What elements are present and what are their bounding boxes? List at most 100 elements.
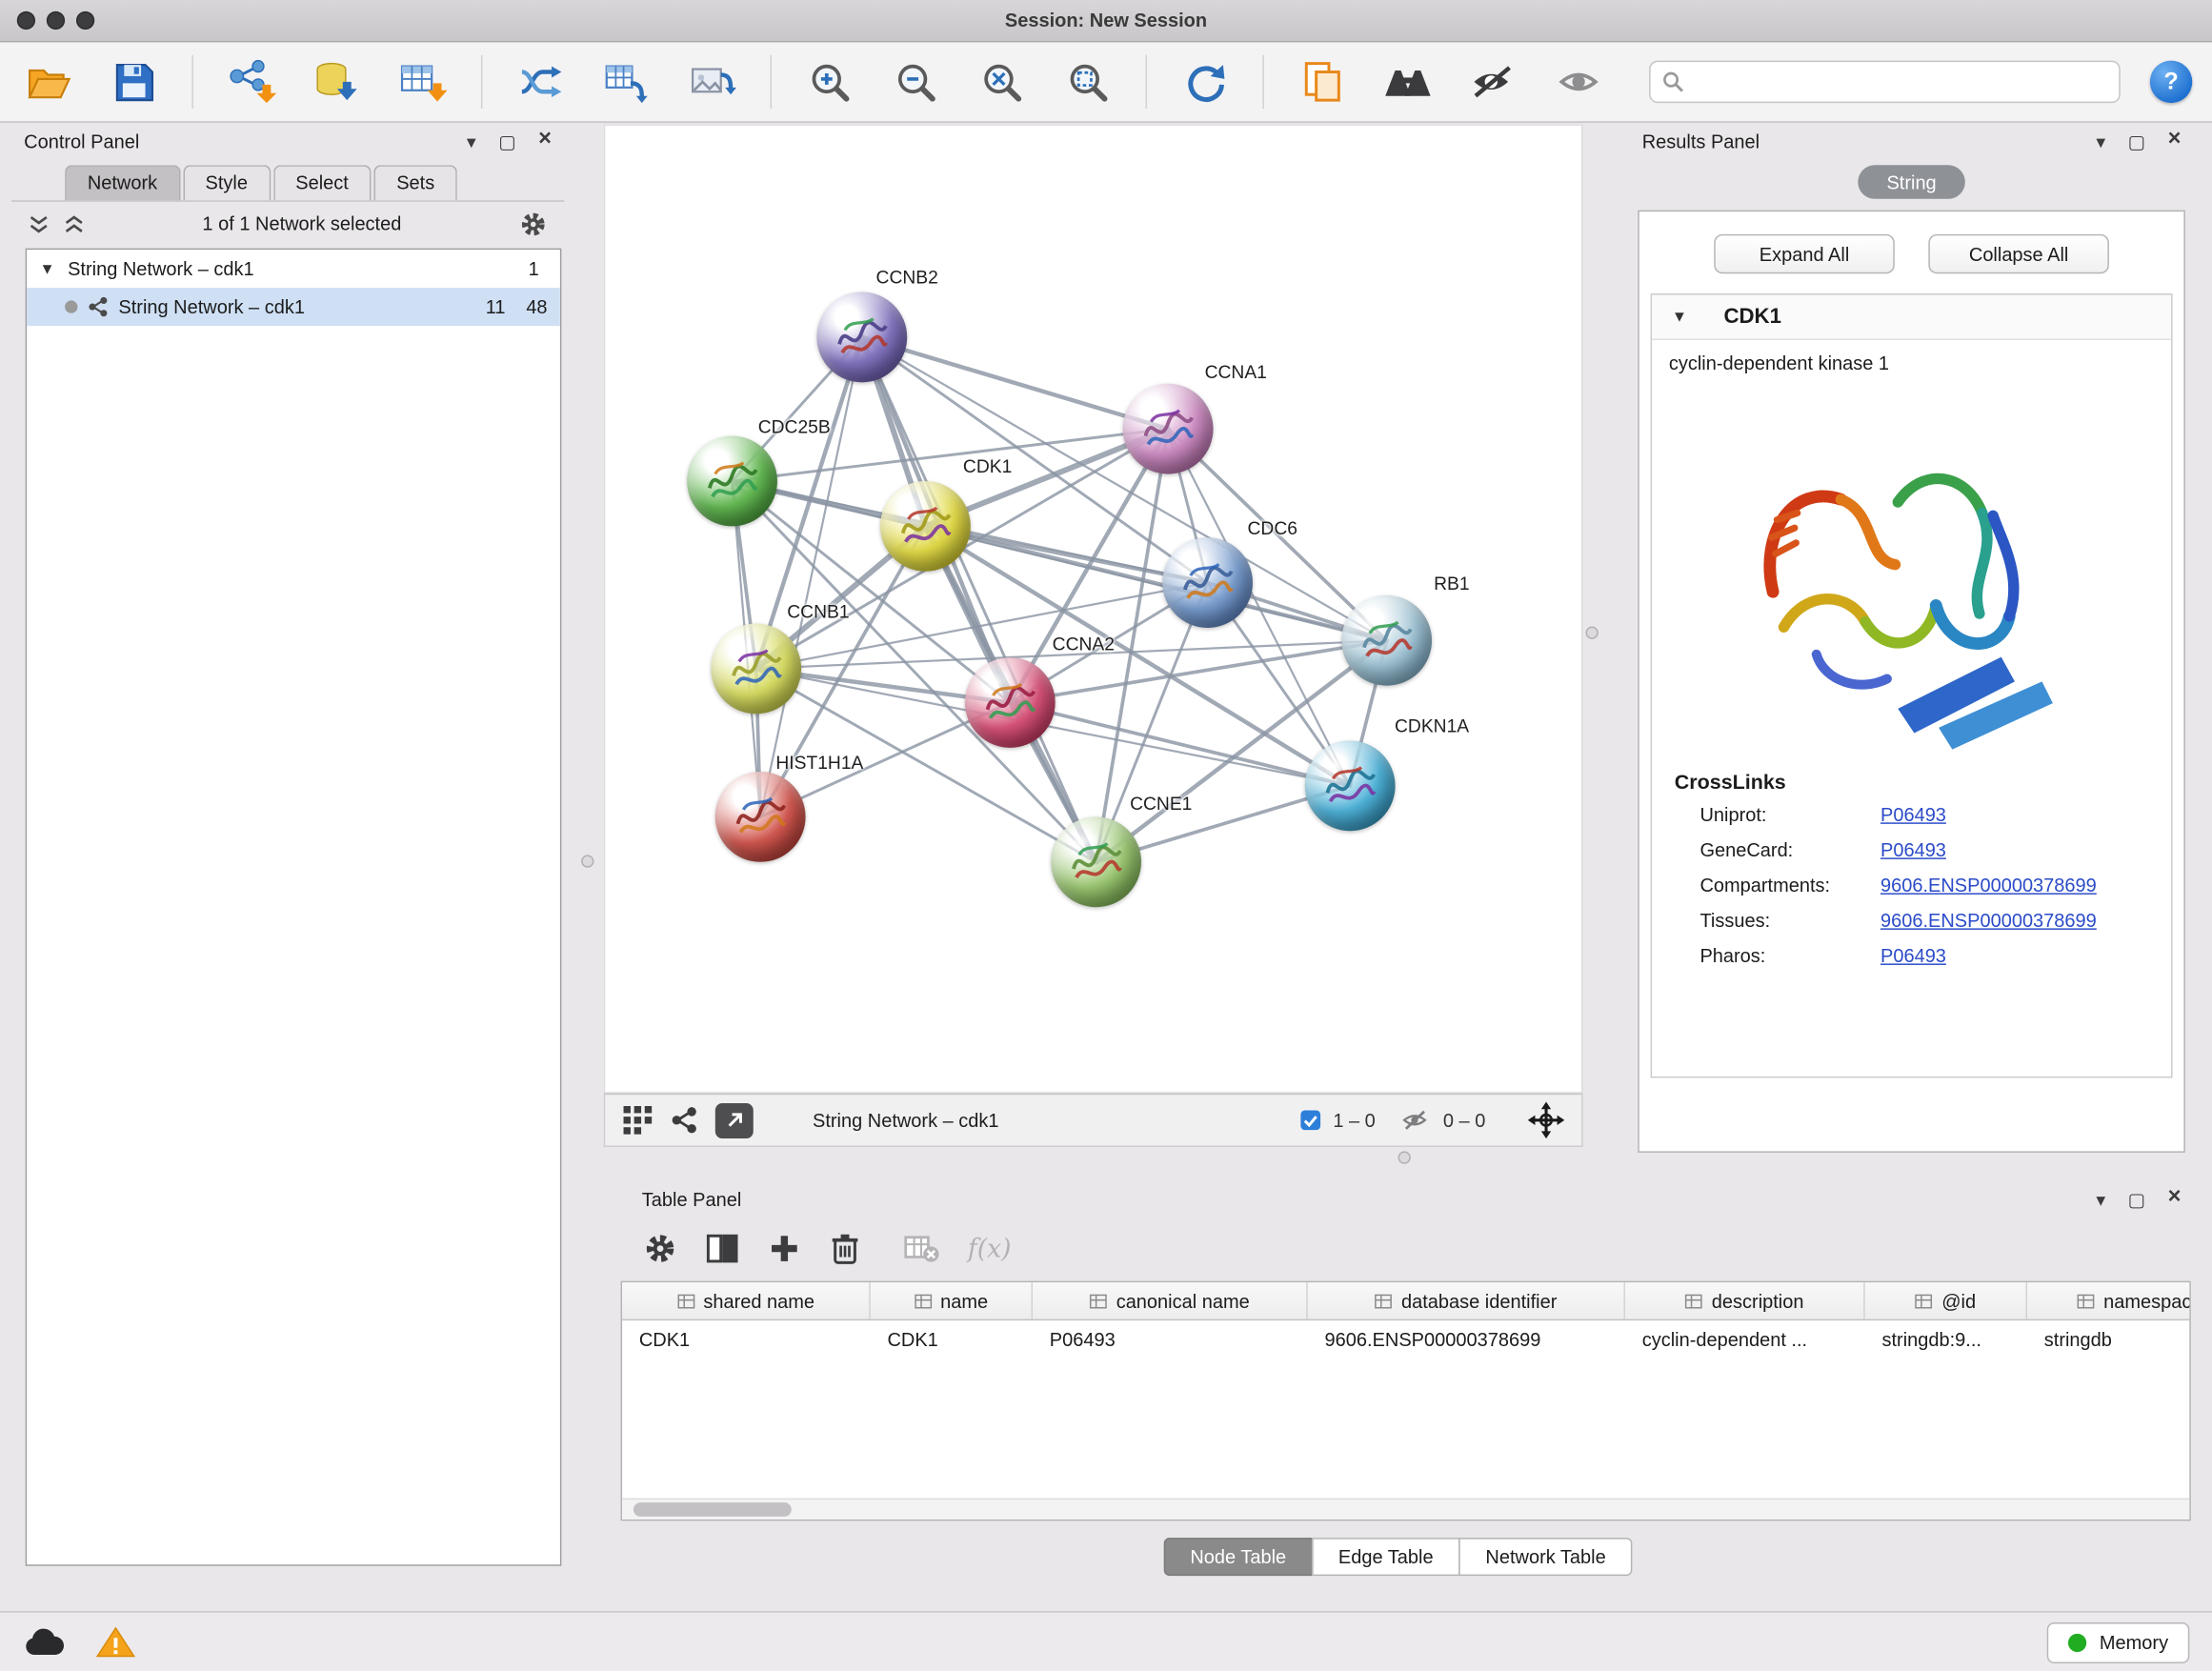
export-image-button[interactable] [684, 52, 740, 111]
crosslink-value-link[interactable]: P06493 [1880, 945, 1946, 966]
float-panel-icon[interactable]: ▢ [498, 131, 515, 150]
tab-node-table[interactable]: Node Table [1163, 1538, 1313, 1576]
delete-column-trash-icon[interactable] [830, 1232, 861, 1266]
float-panel-icon[interactable]: ▢ [2128, 1190, 2145, 1208]
column-header-canonical-name[interactable]: canonical name [1033, 1282, 1308, 1319]
crosslink-value-link[interactable]: P06493 [1880, 839, 1946, 860]
network-collection-row[interactable]: ▼ String Network – cdk1 1 [27, 250, 560, 288]
table-settings-gear-icon[interactable] [643, 1232, 677, 1266]
import-database-button[interactable] [309, 52, 365, 111]
select-columns-icon[interactable] [705, 1233, 739, 1264]
import-network-button[interactable] [223, 52, 279, 111]
panel-menu-icon[interactable]: ▾ [2096, 131, 2105, 150]
column-header-shared-name[interactable]: shared name [622, 1282, 871, 1319]
column-header-name[interactable]: name [871, 1282, 1033, 1319]
network-node-ccne1[interactable] [1051, 816, 1141, 907]
gene-section-header[interactable]: ▼ CDK1 [1652, 295, 2171, 340]
tab-style[interactable]: Style [183, 165, 271, 200]
annotation-button[interactable] [1294, 52, 1350, 111]
network-overview-button[interactable] [1379, 52, 1436, 111]
network-node-ccnb1[interactable] [711, 624, 801, 715]
gene-description: cyclin-dependent kinase 1 [1652, 340, 2171, 374]
collapse-all-button[interactable]: Collapse All [1928, 234, 2109, 273]
first-neighbors-button[interactable] [513, 52, 569, 111]
crosslink-value-link[interactable]: 9606.ENSP00000378699 [1880, 910, 2097, 931]
network-edge[interactable] [862, 337, 1168, 429]
zoom-fit-button[interactable] [974, 52, 1030, 111]
crosslinks-list: Uniprot:P06493GeneCard:P06493Compartment… [1652, 797, 2171, 974]
network-node-cdkn1a[interactable] [1305, 740, 1396, 831]
cloud-icon[interactable] [23, 1626, 65, 1658]
splitter-handle[interactable] [1585, 627, 1598, 639]
tab-edge-table[interactable]: Edge Table [1312, 1538, 1460, 1576]
horizontal-scrollbar[interactable] [622, 1499, 2189, 1520]
column-header-namespace[interactable]: namespace [2027, 1282, 2191, 1319]
close-panel-icon[interactable]: × [2168, 1186, 2182, 1209]
network-edge[interactable] [760, 337, 862, 816]
save-session-button[interactable] [106, 52, 162, 111]
warning-icon[interactable] [96, 1625, 135, 1660]
splitter-handle[interactable] [1398, 1151, 1411, 1163]
network-node-hist1h1a[interactable] [715, 772, 806, 862]
column-header-description[interactable]: description [1625, 1282, 1865, 1319]
fit-content-crosshair-icon[interactable] [1528, 1102, 1565, 1139]
tab-network-table[interactable]: Network Table [1458, 1538, 1633, 1576]
network-row[interactable]: String Network – cdk1 11 48 [27, 288, 560, 326]
expander-icon[interactable]: ▼ [39, 260, 57, 277]
table-row[interactable]: CDK1CDK1P064939606.ENSP00000378699cyclin… [622, 1320, 2189, 1359]
status-bar: Memory [0, 1611, 2212, 1671]
tab-network[interactable]: Network [65, 165, 180, 200]
panel-menu-icon[interactable]: ▾ [2096, 1190, 2105, 1208]
network-node-ccnb2[interactable] [816, 292, 907, 383]
zoom-in-button[interactable] [801, 52, 857, 111]
network-node-rb1[interactable] [1341, 595, 1432, 686]
crosslink-value-link[interactable]: 9606.ENSP00000378699 [1880, 875, 2097, 896]
network-node-cdc6[interactable] [1162, 537, 1253, 628]
expand-all-button[interactable]: Expand All [1714, 234, 1895, 273]
network-node-ccna2[interactable] [965, 657, 1056, 748]
crosslink-label: Uniprot: [1699, 804, 1880, 825]
hide-details-button[interactable] [1466, 52, 1522, 111]
float-panel-icon[interactable]: ▢ [2128, 131, 2145, 150]
network-node-cdc25b[interactable] [687, 436, 777, 527]
gear-icon[interactable] [519, 210, 548, 238]
help-button[interactable]: ? [2150, 61, 2192, 103]
tab-string[interactable]: String [1858, 165, 1965, 199]
network-node-cdk1[interactable] [880, 481, 971, 572]
column-header-database-identifier[interactable]: database identifier [1308, 1282, 1625, 1319]
maximize-window-button[interactable] [76, 11, 94, 30]
birdseye-grid-icon[interactable] [622, 1105, 654, 1137]
panel-menu-icon[interactable]: ▾ [467, 131, 476, 150]
close-window-button[interactable] [17, 11, 35, 30]
add-column-plus-icon[interactable] [768, 1232, 802, 1266]
collapse-all-chevrons-icon[interactable] [29, 213, 50, 233]
application-window: Session: New Session [0, 0, 2212, 1671]
section-expander-icon[interactable]: ▼ [1672, 309, 1687, 326]
scrollbar-thumb[interactable] [633, 1502, 792, 1517]
network-node-ccna1[interactable] [1123, 384, 1214, 474]
refresh-button[interactable] [1176, 52, 1233, 111]
close-panel-icon[interactable]: × [2168, 129, 2182, 151]
import-table-button[interactable] [395, 52, 452, 111]
search-input[interactable] [1693, 71, 2107, 92]
close-panel-icon[interactable]: × [538, 129, 552, 151]
expand-all-chevrons-icon[interactable] [64, 213, 85, 233]
tab-select[interactable]: Select [273, 165, 372, 200]
new-network-from-selection-button[interactable] [598, 52, 654, 111]
open-in-new-window-button[interactable] [715, 1102, 754, 1137]
splitter-handle[interactable] [581, 855, 593, 867]
minimize-window-button[interactable] [47, 11, 65, 30]
network-type-icon[interactable] [670, 1106, 698, 1135]
zoom-selected-button[interactable] [1059, 52, 1116, 111]
column-header-id[interactable]: @id [1865, 1282, 2027, 1319]
node-label-cdc6: CDC6 [1248, 517, 1297, 538]
open-session-button[interactable] [20, 52, 76, 111]
toolbar-search [1649, 61, 2121, 103]
tab-sets[interactable]: Sets [374, 165, 457, 200]
show-details-button[interactable] [1552, 52, 1608, 111]
network-edge[interactable] [862, 337, 1096, 862]
network-canvas[interactable]: CCNB2CCNA1CDC25BCDK1CDC6RB1CCNB1CCNA2CDK… [604, 124, 1583, 1093]
crosslink-value-link[interactable]: P06493 [1880, 804, 1946, 825]
zoom-out-button[interactable] [887, 52, 943, 111]
memory-button[interactable]: Memory [2047, 1621, 2189, 1662]
